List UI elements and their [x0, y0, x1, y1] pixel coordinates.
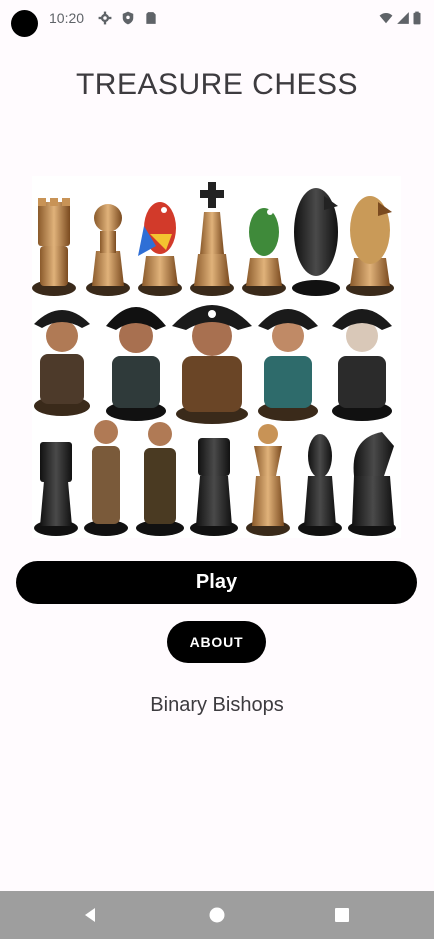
row-1-pieces	[32, 182, 394, 296]
row-3-pieces	[34, 420, 396, 536]
nav-recents-button[interactable]	[312, 891, 372, 939]
battery-icon	[413, 11, 421, 25]
navigation-bar	[0, 891, 434, 939]
cell-signal-icon	[397, 12, 409, 24]
play-button[interactable]: Play	[16, 561, 417, 604]
pirate-chess-pieces-illustration	[32, 182, 396, 536]
about-button[interactable]: ABOUT	[167, 621, 266, 663]
recents-icon	[335, 908, 349, 922]
sim-card-icon	[146, 12, 156, 24]
developer-name: Binary Bishops	[150, 694, 284, 716]
hero-image	[32, 176, 401, 538]
nav-back-button[interactable]	[60, 891, 120, 939]
shield-icon	[122, 11, 134, 25]
back-icon	[85, 908, 95, 922]
settings-icon	[98, 11, 112, 25]
wifi-icon	[379, 13, 393, 24]
nav-home-button[interactable]	[187, 891, 247, 939]
app-title: TREASURE CHESS	[75, 68, 359, 101]
status-bar: 10:20	[0, 0, 434, 37]
home-icon	[209, 907, 225, 923]
status-time: 10:20	[49, 10, 85, 26]
row-2-pieces	[34, 305, 392, 424]
camera-cutout	[11, 10, 38, 37]
